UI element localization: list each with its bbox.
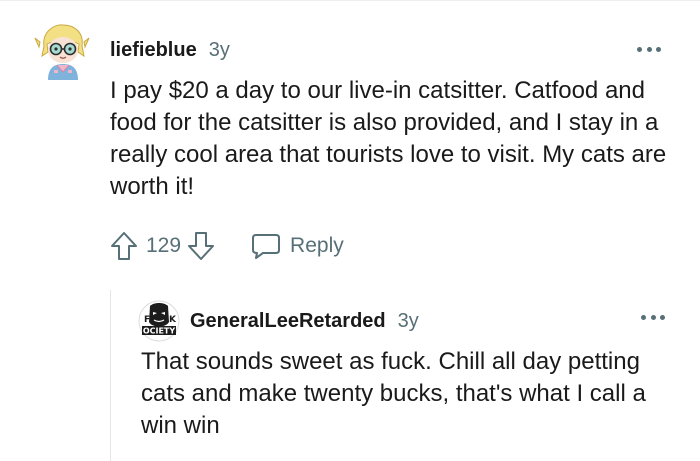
comment-header: liefieblue 3y — [110, 36, 230, 64]
user-avatar[interactable] — [32, 20, 92, 80]
ellipsis-icon — [641, 314, 646, 320]
vote-score: 129 — [146, 234, 182, 257]
downvote-button[interactable] — [185, 230, 217, 262]
thread-line[interactable] — [110, 290, 111, 461]
comment-body: That sounds sweet as fuck. Chill all day… — [141, 348, 646, 439]
reply-label: Reply — [290, 234, 344, 257]
mask-avatar-icon: F K OCIETY — [138, 300, 180, 342]
arrow-down-icon — [188, 232, 215, 260]
more-options-button[interactable] — [641, 307, 665, 327]
user-avatar[interactable]: F K OCIETY — [138, 300, 180, 342]
arrow-up-icon — [111, 232, 137, 260]
comment-actions: 129 Reply — [108, 228, 344, 264]
comment-header: GeneralLeeRetarded 3y — [190, 307, 419, 335]
avatar-banner-text: OCIETY — [143, 327, 176, 336]
comment-body: I pay $20 a day to our live-in catsitter… — [110, 77, 667, 200]
more-options-button[interactable] — [637, 39, 661, 59]
avatar-letter: K — [169, 315, 177, 325]
comment-author[interactable]: GeneralLeeRetarded — [190, 310, 386, 333]
avatar-letter: F — [144, 315, 150, 325]
top-divider — [0, 0, 700, 1]
upvote-button[interactable] — [108, 230, 140, 262]
comment-age[interactable]: 3y — [398, 310, 419, 333]
reply-button[interactable]: Reply — [251, 232, 344, 260]
speech-bubble-icon — [252, 234, 281, 259]
comment-age[interactable]: 3y — [209, 39, 230, 62]
cartoon-avatar-icon — [34, 24, 90, 80]
ellipsis-icon — [637, 46, 642, 52]
comment-author[interactable]: liefieblue — [110, 39, 197, 62]
